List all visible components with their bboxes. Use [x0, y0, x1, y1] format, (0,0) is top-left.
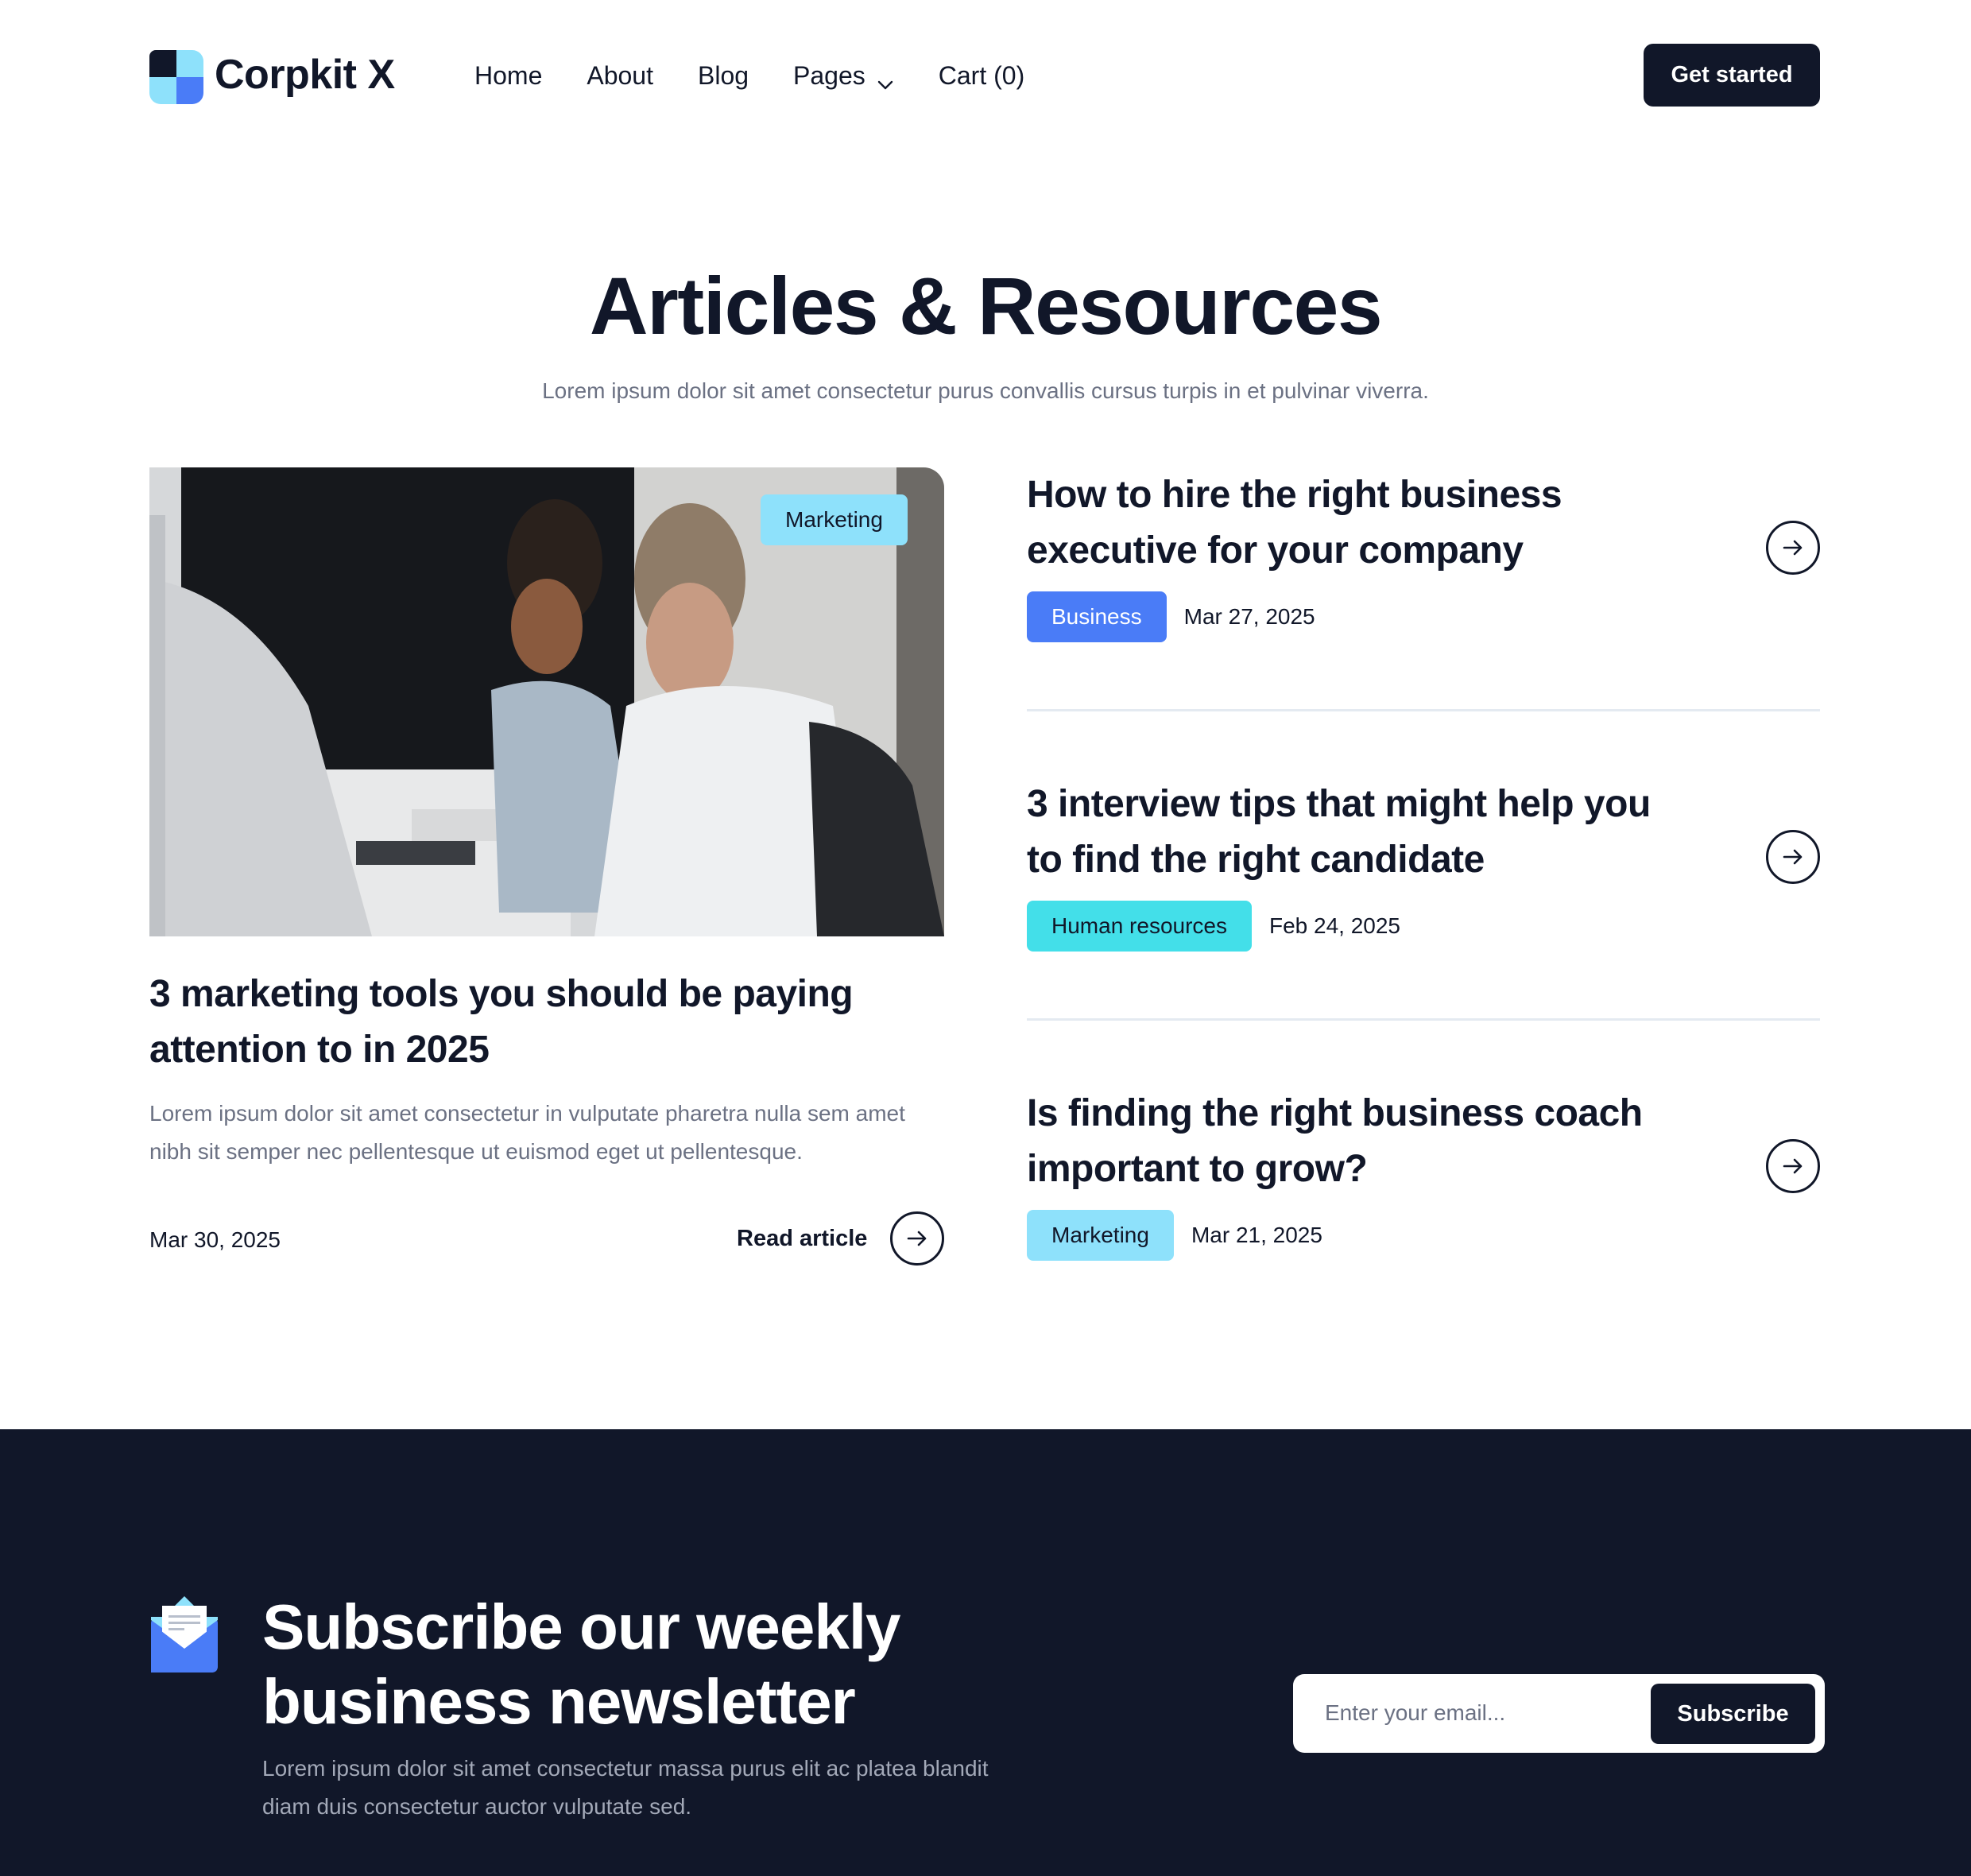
article-category-tag[interactable]: Human resources: [1027, 901, 1252, 952]
article-category-tag[interactable]: Business: [1027, 591, 1167, 642]
arrow-right-icon: [1783, 540, 1803, 556]
article-arrow-button[interactable]: [1766, 830, 1820, 884]
arrow-right-icon: [1783, 849, 1803, 865]
chevron-down-icon: [877, 67, 894, 90]
page-title: Articles & Resources: [589, 261, 1383, 351]
article-meta: Human resources Feb 24, 2025: [1027, 901, 1400, 952]
brand-name[interactable]: Corpkit X: [215, 49, 395, 100]
logo-square-blue: [176, 77, 203, 104]
article-arrow-button[interactable]: [1766, 1139, 1820, 1193]
article-date: Mar 21, 2025: [1191, 1223, 1322, 1247]
nav-home[interactable]: Home: [474, 57, 542, 94]
article-title[interactable]: Is finding the right business coach impo…: [1027, 1086, 1663, 1197]
nav-pages-dropdown[interactable]: Pages: [793, 57, 894, 94]
main-nav: Home About Blog Pages Cart (0): [474, 57, 1069, 94]
article-date: Feb 24, 2025: [1268, 913, 1401, 938]
arrow-right-icon: [1783, 1158, 1803, 1174]
arrow-right-icon: [907, 1231, 927, 1246]
featured-article-date: Mar 30, 2025: [149, 1227, 281, 1252]
newsletter-description: Lorem ipsum dolor sit amet consectetur m…: [262, 1756, 989, 1819]
get-started-button[interactable]: Get started: [1644, 44, 1820, 107]
article-title[interactable]: 3 interview tips that might help you to …: [1027, 777, 1663, 888]
article-divider: [1027, 709, 1820, 711]
featured-article-excerpt: Lorem ipsum dolor sit amet consectetur i…: [149, 1101, 905, 1164]
email-input[interactable]: [1325, 1690, 1643, 1736]
article-divider: [1027, 1018, 1820, 1021]
article-title[interactable]: How to hire the right business executive…: [1027, 467, 1663, 579]
article-meta: Marketing Mar 21, 2025: [1027, 1210, 1322, 1261]
article-category-tag[interactable]: Marketing: [1027, 1210, 1174, 1261]
nav-blog[interactable]: Blog: [698, 57, 749, 94]
logo-square-light: [149, 77, 176, 104]
subscribe-button[interactable]: Subscribe: [1651, 1684, 1815, 1744]
article-meta: Business Mar 27, 2025: [1027, 591, 1315, 642]
nav-cart[interactable]: Cart (0): [939, 57, 1024, 94]
article-date: Mar 27, 2025: [1183, 604, 1315, 629]
open-envelope-icon: [151, 1596, 218, 1673]
newsletter-title: Subscribe our weekly business newsletter: [262, 1591, 901, 1737]
nav-about[interactable]: About: [587, 57, 653, 94]
featured-category-tag[interactable]: Marketing: [761, 494, 908, 545]
read-article-link[interactable]: Read article: [737, 1221, 867, 1256]
brand-logo-icon[interactable]: [149, 50, 203, 104]
article-arrow-button[interactable]: [1766, 521, 1820, 575]
page-subtitle: Lorem ipsum dolor sit amet consectetur p…: [542, 378, 1429, 403]
logo-square-dark: [149, 50, 176, 77]
newsletter-form: Subscribe: [1293, 1674, 1825, 1753]
logo-square-light: [176, 50, 203, 77]
featured-article-title[interactable]: 3 marketing tools you should be paying a…: [149, 967, 944, 1078]
nav-pages-label: Pages: [793, 61, 865, 90]
read-article-arrow-button[interactable]: [890, 1211, 944, 1266]
